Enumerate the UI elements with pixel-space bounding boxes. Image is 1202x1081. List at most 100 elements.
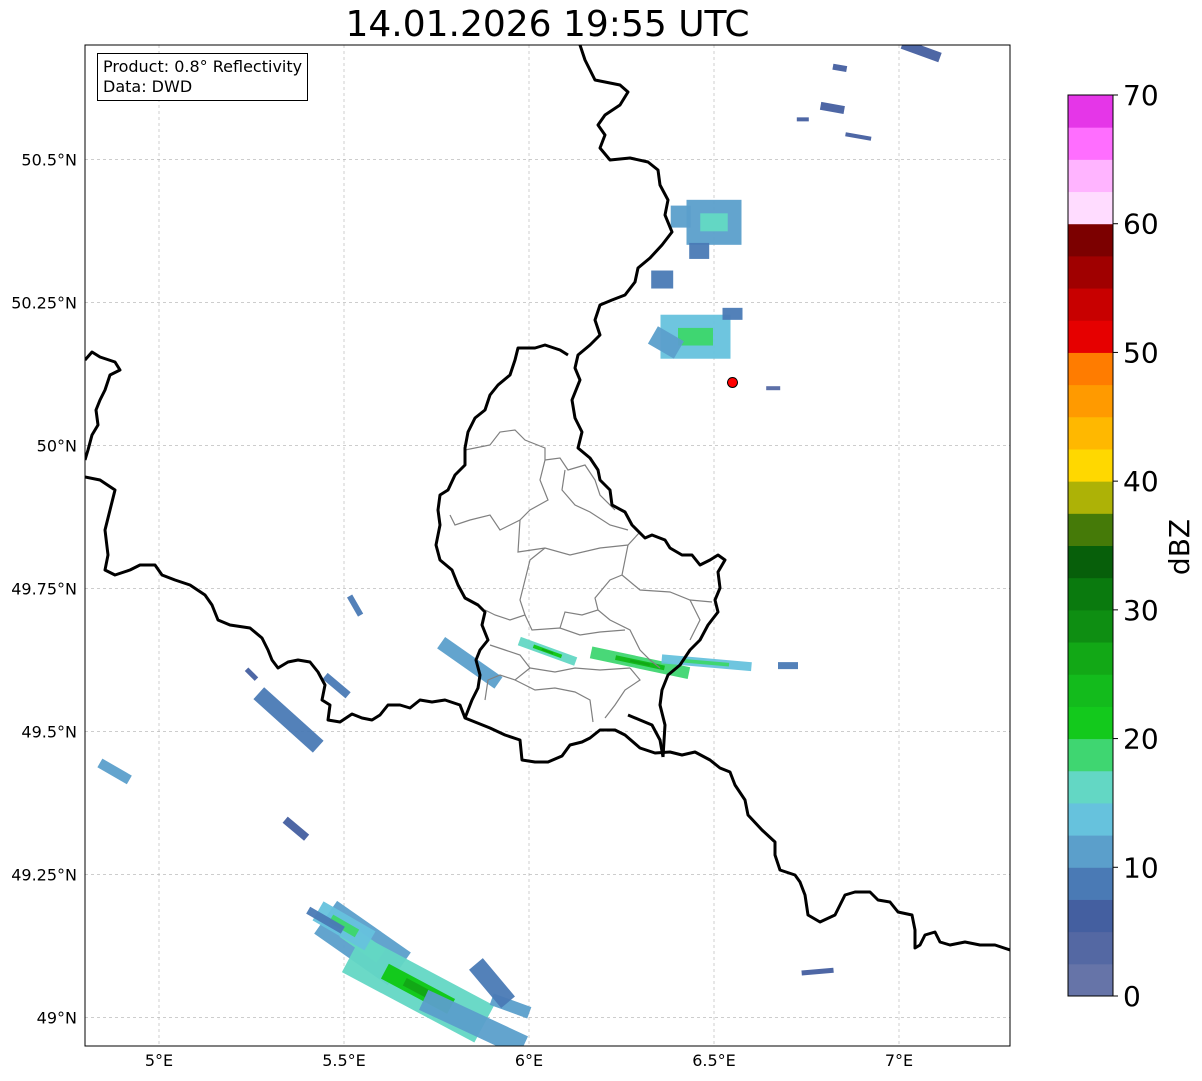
lat-tick-label: 50°N	[37, 436, 77, 455]
colorbar-segment	[1068, 288, 1113, 321]
radar-echo	[845, 132, 872, 141]
lon-tick-label: 5°E	[145, 1051, 173, 1070]
colorbar-tick-label: 50	[1123, 336, 1159, 369]
longitude-ticks: 5°E 5.5°E 6°E 6.5°E 7°E	[145, 1051, 913, 1070]
echo-cell	[722, 307, 743, 320]
colorbar-segment	[1068, 159, 1113, 193]
radar-echo	[437, 636, 503, 689]
echo-cell	[322, 672, 351, 699]
colorbar-segment	[1068, 384, 1113, 418]
colorbar-segment	[1068, 481, 1113, 514]
colorbar-segment	[1068, 352, 1113, 386]
radar-echo	[244, 667, 259, 681]
lat-tick-label: 50.5°N	[21, 150, 77, 169]
echo-cell	[796, 117, 809, 122]
radar-echo	[651, 270, 674, 289]
radar-echo	[778, 662, 798, 670]
colorbar-segment	[1068, 223, 1113, 257]
radar-echo	[97, 758, 132, 785]
colorbar-segment	[1068, 642, 1113, 675]
echo-cell	[347, 594, 364, 617]
lat-tick-label: 49.75°N	[11, 579, 77, 598]
colorbar-tick-label: 20	[1123, 723, 1159, 756]
colorbar-segment	[1068, 577, 1113, 611]
radar-echo	[832, 63, 848, 73]
lat-tick-label: 49.5°N	[21, 722, 77, 741]
colorbar-segment	[1068, 127, 1113, 160]
radar-echo	[347, 594, 364, 617]
radar-echo	[796, 117, 809, 122]
lon-tick-label: 5.5°E	[322, 1051, 366, 1070]
radar-echo	[819, 101, 845, 114]
colorbar-segment	[1068, 416, 1113, 450]
colorbar-segment	[1068, 95, 1113, 128]
colorbar-segment	[1068, 320, 1113, 353]
colorbar-segment	[1068, 545, 1113, 579]
echo-core	[678, 327, 713, 346]
colorbar-tick-label: 0	[1123, 980, 1141, 1013]
colorbar-segment	[1068, 770, 1113, 804]
colorbar-segment	[1068, 963, 1113, 997]
product-label: Product: 0.8° Reflectivity	[103, 57, 303, 76]
echo-cell	[832, 63, 848, 73]
colorbar-tick-label: 70	[1123, 79, 1159, 112]
colorbar-segment	[1068, 609, 1113, 643]
grid-lines	[85, 45, 1010, 1046]
echo-core	[700, 213, 728, 232]
data-source-label: Data: DWD	[103, 77, 193, 96]
colorbar-segment	[1068, 674, 1113, 707]
colorbar-segment	[1068, 899, 1113, 933]
radar-echoes	[97, 45, 942, 1046]
colorbar-segment	[1068, 931, 1113, 965]
radar-echo	[801, 967, 834, 976]
latitude-ticks: 49°N 49.25°N 49.5°N 49.75°N 50°N 50.25°N 50.5°…	[11, 150, 77, 1027]
radar-site-marker	[727, 376, 738, 388]
lon-tick-label: 7°E	[885, 1051, 913, 1070]
colorbar-segment	[1068, 802, 1113, 836]
lat-tick-label: 49°N	[37, 1008, 77, 1027]
radar-echo	[686, 199, 742, 245]
radar-echo	[253, 687, 324, 753]
colorbar-segment	[1068, 513, 1113, 546]
lon-tick-label: 6.5°E	[692, 1051, 736, 1070]
colorbar-label: dBZ	[1163, 519, 1196, 575]
info-box: Product: 0.8° Reflectivity Data: DWD	[97, 53, 309, 101]
radar-map: 5°E 5.5°E 6°E 6.5°E 7°E 49°N 49.25°N 49.5°N 49.…	[11, 44, 1196, 1070]
echo-cell	[244, 667, 259, 681]
echo-cell	[778, 662, 798, 670]
radar-echo	[689, 242, 710, 259]
echo-cell	[689, 242, 710, 259]
map-frame	[84, 44, 1011, 1047]
echo-cell	[819, 101, 845, 114]
radar-site-dot	[727, 376, 738, 388]
colorbar-tick-label: 60	[1123, 208, 1159, 241]
colorbar-segment	[1068, 835, 1113, 868]
colorbar-segment	[1068, 738, 1113, 772]
colorbar-segment	[1068, 448, 1113, 482]
colorbar-tick-label: 10	[1123, 851, 1159, 884]
radar-echo	[282, 816, 310, 841]
lon-tick-label: 6°E	[515, 1051, 543, 1070]
echo-cell	[651, 270, 674, 289]
radar-echo	[517, 636, 578, 666]
echo-cell	[845, 132, 872, 141]
echo-cell	[97, 758, 132, 785]
lat-tick-label: 49.25°N	[11, 865, 77, 884]
colorbar	[1067, 94, 1114, 997]
radar-echo	[322, 672, 351, 699]
colorbar-tick-label: 40	[1123, 465, 1159, 498]
colorbar-segment	[1068, 191, 1113, 225]
colorbar-ticks: 0 10 20 30 40 50 60 70	[1113, 79, 1159, 1013]
borders	[85, 45, 1010, 952]
colorbar-segment	[1068, 255, 1113, 289]
radar-echo	[900, 45, 942, 63]
colorbar-tick-label: 30	[1123, 594, 1159, 627]
echo-cell	[900, 45, 942, 63]
echo-cell	[766, 386, 781, 391]
colorbar-segment	[1068, 867, 1113, 900]
echo-cell	[437, 636, 503, 689]
radar-echo	[722, 307, 743, 320]
echo-cell	[801, 967, 834, 976]
echo-cell	[282, 816, 310, 841]
colorbar-segment	[1068, 706, 1113, 740]
